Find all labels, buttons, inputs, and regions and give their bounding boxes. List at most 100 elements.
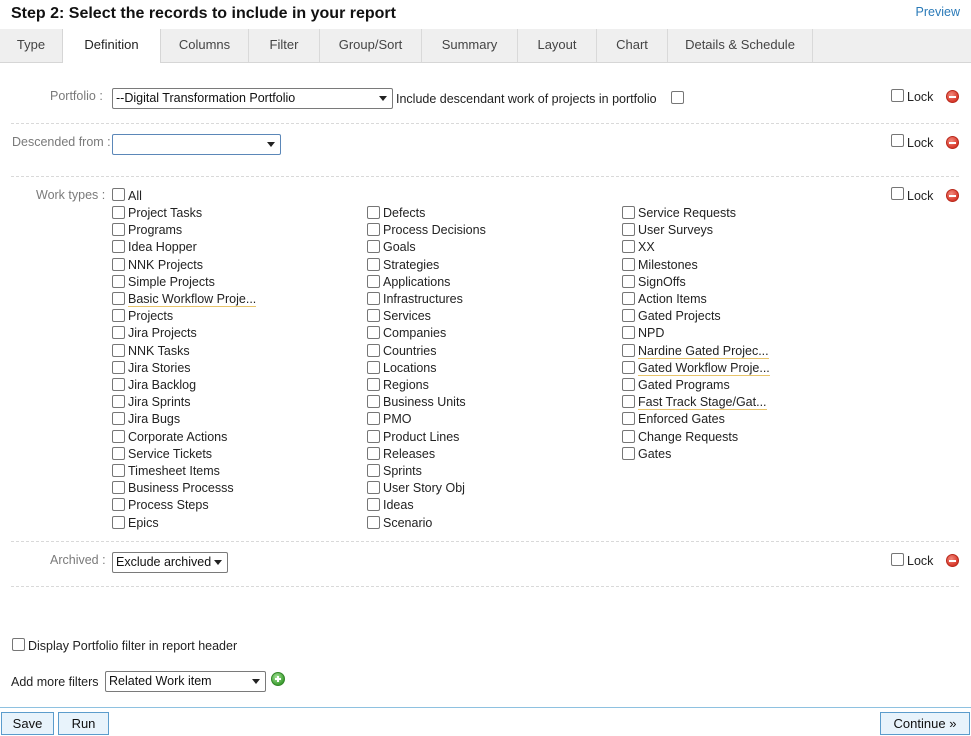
tab-type[interactable]: Type [0, 29, 63, 62]
descended-from-select[interactable] [112, 134, 281, 155]
descended-from-lock-checkbox[interactable] [891, 134, 904, 147]
preview-link[interactable]: Preview [916, 5, 960, 19]
work-type-checkbox[interactable] [112, 223, 125, 237]
include-descendant-checkbox[interactable] [671, 91, 684, 104]
work-type-checkbox[interactable] [112, 360, 125, 374]
work-type-checkbox[interactable] [622, 412, 635, 426]
tab-group-sort[interactable]: Group/Sort [320, 29, 422, 62]
work-type-checkbox[interactable] [622, 395, 635, 409]
remove-icon[interactable] [946, 136, 959, 149]
divider [11, 586, 959, 587]
work-type-checkbox[interactable] [367, 326, 380, 340]
work-type-label: Defects [383, 206, 426, 220]
chevron-down-icon [379, 96, 387, 101]
work-type-checkbox[interactable] [367, 395, 380, 409]
work-type-checkbox[interactable] [367, 343, 380, 357]
work-type-checkbox[interactable] [367, 429, 380, 443]
tab-layout[interactable]: Layout [518, 29, 597, 62]
work-type-checkbox[interactable] [367, 240, 380, 254]
run-button[interactable]: Run [58, 712, 109, 735]
page-title: Step 2: Select the records to include in… [11, 5, 396, 22]
display-portfolio-filter-label: Display Portfolio filter in report heade… [28, 639, 238, 653]
chevron-down-icon [214, 560, 222, 565]
tab-chart[interactable]: Chart [597, 29, 668, 62]
work-type-checkbox[interactable] [367, 498, 380, 512]
work-type-checkbox[interactable] [367, 206, 380, 219]
work-type-checkbox[interactable] [112, 257, 125, 271]
work-type-checkbox[interactable] [367, 274, 380, 288]
work-type-checkbox[interactable] [112, 343, 125, 357]
work-type-label: NPD [638, 326, 665, 341]
tab-details-schedule[interactable]: Details & Schedule [668, 29, 813, 62]
work-type-checkbox[interactable] [112, 446, 125, 460]
work-type-label: Companies [383, 326, 447, 341]
work-type-checkbox[interactable] [622, 429, 635, 443]
work-type-checkbox[interactable] [112, 206, 125, 219]
work-type-checkbox[interactable] [112, 309, 125, 323]
work-type-checkbox[interactable] [112, 274, 125, 288]
work-type-label: Scenario [383, 515, 433, 530]
display-portfolio-filter-checkbox[interactable] [12, 638, 25, 651]
work-type-label: Countries [383, 343, 437, 358]
work-type-checkbox[interactable] [622, 223, 635, 237]
work-type-checkbox[interactable] [367, 378, 380, 391]
work-type-checkbox[interactable] [112, 292, 125, 305]
work-type-checkbox[interactable] [367, 412, 380, 426]
remove-icon[interactable] [946, 554, 959, 567]
portfolio-select[interactable]: --Digital Transformation Portfolio [112, 88, 393, 109]
work-type-checkbox[interactable] [112, 240, 125, 254]
work-type-checkbox[interactable] [112, 326, 125, 340]
continue-button[interactable]: Continue » [880, 712, 970, 735]
archived-lock-label: Lock [907, 554, 934, 568]
work-type-checkbox[interactable] [622, 326, 635, 340]
save-button[interactable]: Save [1, 712, 54, 735]
tab-definition[interactable]: Definition [62, 29, 161, 63]
portfolio-select-value: --Digital Transformation Portfolio [116, 91, 296, 105]
work-type-checkbox[interactable] [367, 223, 380, 237]
work-type-checkbox[interactable] [622, 309, 635, 323]
work-types-lock-checkbox[interactable] [891, 187, 904, 200]
work-type-checkbox[interactable] [622, 257, 635, 271]
work-type-checkbox[interactable] [622, 343, 635, 357]
work-type-checkbox[interactable] [622, 240, 635, 254]
add-filter-icon[interactable] [271, 672, 285, 686]
tab-columns[interactable]: Columns [161, 29, 249, 62]
add-more-filters-value: Related Work item [109, 674, 212, 688]
add-more-filters-select[interactable]: Related Work item [105, 671, 266, 692]
work-type-checkbox[interactable] [367, 257, 380, 271]
work-type-checkbox[interactable] [112, 464, 125, 477]
work-type-label: PMO [383, 412, 412, 427]
work-type-checkbox[interactable] [112, 429, 125, 443]
work-type-checkbox[interactable] [367, 292, 380, 305]
work-type-label: Project Tasks [128, 206, 203, 220]
work-type-checkbox[interactable] [112, 395, 125, 409]
tab-filter[interactable]: Filter [249, 29, 320, 62]
remove-icon[interactable] [946, 90, 959, 103]
work-type-checkbox[interactable] [367, 515, 380, 529]
portfolio-lock-checkbox[interactable] [891, 89, 904, 102]
work-type-all-checkbox[interactable] [112, 188, 125, 201]
work-type-label: Service Tickets [128, 446, 213, 461]
work-type-checkbox[interactable] [367, 309, 380, 323]
work-type-checkbox[interactable] [112, 515, 125, 529]
archived-select[interactable]: Exclude archived [112, 552, 228, 573]
work-type-checkbox[interactable] [622, 378, 635, 391]
work-type-checkbox[interactable] [112, 412, 125, 426]
archived-lock-checkbox[interactable] [891, 553, 904, 566]
work-type-checkbox[interactable] [112, 481, 125, 495]
work-type-checkbox[interactable] [622, 360, 635, 374]
remove-icon[interactable] [946, 189, 959, 202]
work-type-checkbox[interactable] [622, 446, 635, 460]
work-type-checkbox[interactable] [112, 378, 125, 391]
tab-summary[interactable]: Summary [422, 29, 518, 62]
work-type-checkbox[interactable] [367, 446, 380, 460]
work-type-checkbox[interactable] [367, 481, 380, 495]
work-type-checkbox[interactable] [112, 498, 125, 512]
work-type-checkbox[interactable] [622, 292, 635, 305]
work-type-checkbox[interactable] [622, 206, 635, 219]
work-type-checkbox[interactable] [367, 360, 380, 374]
work-type-checkbox[interactable] [367, 464, 380, 477]
work-type-checkbox[interactable] [622, 274, 635, 288]
work-type-label: NNK Tasks [128, 343, 190, 358]
work-types-lock-label: Lock [907, 189, 934, 203]
